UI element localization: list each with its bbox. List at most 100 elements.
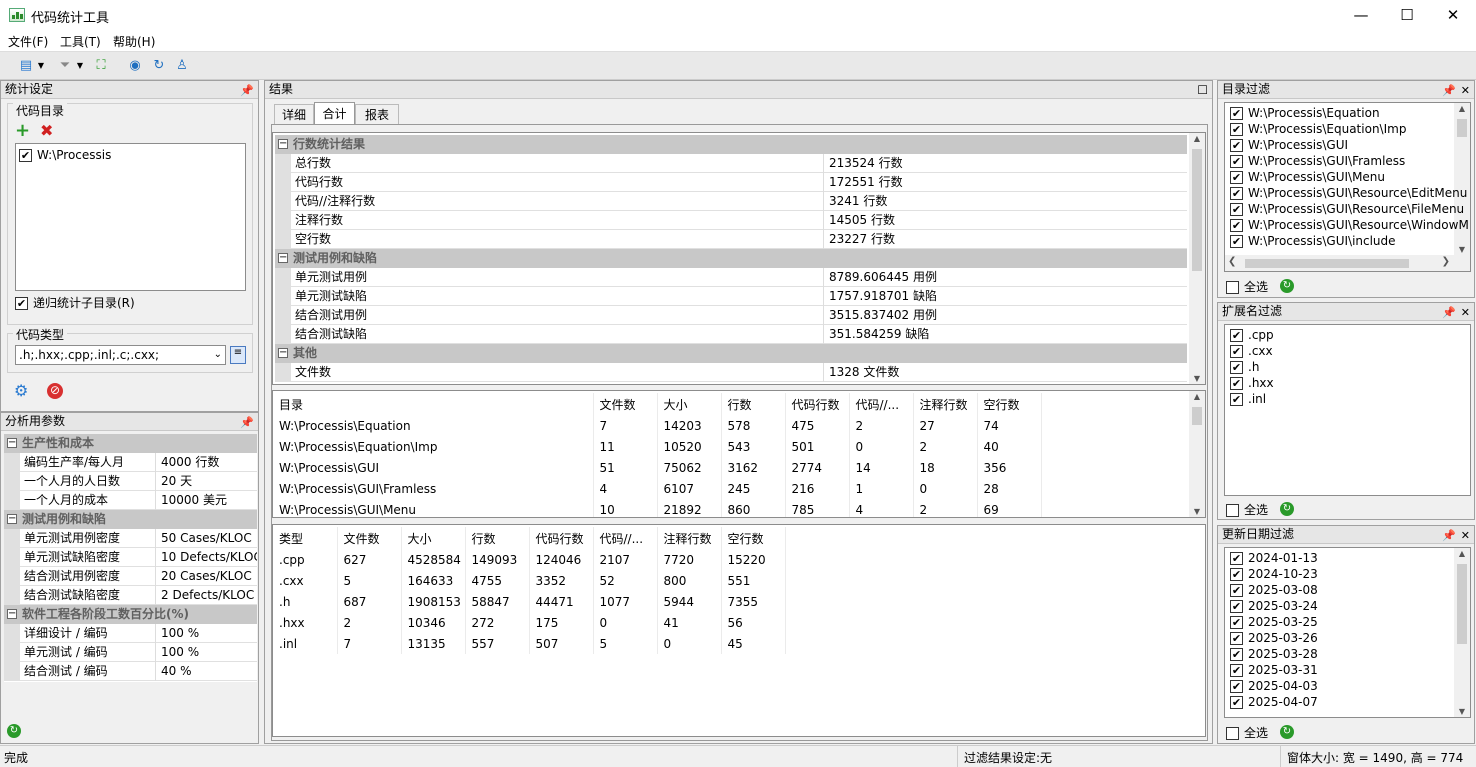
- summary-row[interactable]: 代码行数 172551 行数: [275, 173, 1187, 192]
- param-row[interactable]: 结合测试用例密度 20 Cases/KLOC: [4, 567, 257, 586]
- filter-item[interactable]: ✔ 2025-03-08: [1227, 582, 1318, 598]
- column-header[interactable]: 目录: [273, 393, 594, 415]
- menu-tools[interactable]: 工具(T): [60, 33, 101, 50]
- summary-scrollbar[interactable]: ▲ ▼: [1189, 133, 1205, 384]
- refresh-icon[interactable]: ↻: [1280, 279, 1294, 293]
- user-icon[interactable]: ♙: [172, 56, 192, 76]
- param-section-header[interactable]: − 生产性和成本: [4, 434, 257, 453]
- column-header[interactable]: 代码//...: [593, 527, 658, 549]
- tab-detail[interactable]: 详细: [274, 104, 314, 125]
- summary-section-header[interactable]: − 行数统计结果: [275, 135, 1187, 154]
- filter-item[interactable]: ✔ 2025-04-07: [1227, 694, 1318, 710]
- param-section-header[interactable]: − 软件工程各阶段工数百分比(%): [4, 605, 257, 624]
- filter-item[interactable]: ✔ 2025-03-28: [1227, 646, 1318, 662]
- dir-filter-list[interactable]: ▲ ▼ ❮ ❯ ✔ W:\Processis\Equation ✔ W:\Processi…: [1224, 102, 1471, 272]
- bar-chart-icon[interactable]: ▤: [16, 56, 36, 76]
- expand-icon[interactable]: ⛶: [91, 56, 111, 76]
- filter-item[interactable]: ✔ 2025-03-24: [1227, 598, 1318, 614]
- scroll-left-icon[interactable]: ❮: [1228, 256, 1236, 267]
- filter-item[interactable]: ✔ .inl: [1227, 391, 1274, 407]
- summary-row[interactable]: 结合测试用例 3515.837402 用例: [275, 306, 1187, 325]
- table-row[interactable]: .cxx 5 164633 4755 3352 52 800 551: [273, 570, 786, 591]
- stop-icon[interactable]: ⊘: [47, 383, 63, 399]
- summary-section-header[interactable]: − 测试用例和缺陷: [275, 249, 1187, 268]
- pin-icon[interactable]: 📌: [1442, 82, 1456, 99]
- checkbox[interactable]: ✔: [1230, 377, 1243, 390]
- filter-item[interactable]: ✔ .hxx: [1227, 375, 1274, 391]
- column-header[interactable]: 代码行数: [785, 393, 850, 415]
- summary-row[interactable]: 单元测试缺陷 1757.918701 缺陷: [275, 287, 1187, 306]
- filter-item[interactable]: ✔ .cxx: [1227, 343, 1274, 359]
- filter-item[interactable]: ✔ W:\Processis\GUI\Resource\WindowM: [1227, 217, 1469, 233]
- close-icon[interactable]: ✕: [1461, 304, 1470, 321]
- column-header[interactable]: 文件数: [337, 527, 402, 549]
- scroll-down-icon[interactable]: ▼: [1454, 707, 1470, 716]
- param-row[interactable]: 结合测试缺陷密度 2 Defects/KLOC: [4, 586, 257, 605]
- table-row[interactable]: .hxx 2 10346 272 175 0 41 56: [273, 612, 786, 633]
- checkbox[interactable]: ✔: [1230, 329, 1243, 342]
- checkbox[interactable]: ✔: [1230, 696, 1243, 709]
- column-header[interactable]: 行数: [465, 527, 530, 549]
- scroll-thumb[interactable]: [1192, 407, 1202, 425]
- menu-file[interactable]: 文件(F): [8, 33, 48, 50]
- collapse-icon[interactable]: −: [7, 514, 17, 524]
- summary-row[interactable]: 代码//注释行数 3241 行数: [275, 192, 1187, 211]
- refresh-icon[interactable]: ↻: [149, 56, 169, 76]
- refresh-icon[interactable]: ↻: [1280, 725, 1294, 739]
- dir-table-scrollbar[interactable]: ▲ ▼: [1189, 391, 1205, 517]
- summary-row[interactable]: 结合测试缺陷 351.584259 缺陷: [275, 325, 1187, 344]
- checkbox[interactable]: ✔: [1230, 361, 1243, 374]
- maximize-button[interactable]: ☐: [1384, 0, 1430, 30]
- chevron-down-icon[interactable]: ▼: [75, 56, 85, 76]
- recursive-checkbox-row[interactable]: ✔ 递归统计子目录(R): [15, 294, 135, 311]
- param-row[interactable]: 单元测试 / 编码 100 %: [4, 643, 257, 662]
- close-button[interactable]: ✕: [1430, 0, 1476, 30]
- filter-item[interactable]: ✔ W:\Processis\GUI\Menu: [1227, 169, 1469, 185]
- param-row[interactable]: 单元测试缺陷密度 10 Defects/KLOC: [4, 548, 257, 567]
- scroll-thumb[interactable]: [1245, 259, 1409, 268]
- date-filter-vscroll[interactable]: ▲ ▼: [1454, 548, 1470, 717]
- checkbox[interactable]: ✔: [1230, 648, 1243, 661]
- checkbox[interactable]: ✔: [1230, 568, 1243, 581]
- filter-item[interactable]: ✔ 2025-03-25: [1227, 614, 1318, 630]
- filter-item[interactable]: ✔ 2024-01-13: [1227, 550, 1318, 566]
- chevron-down-icon[interactable]: ▼: [36, 56, 46, 76]
- filter-item[interactable]: ✔ W:\Processis\Equation\Imp: [1227, 121, 1469, 137]
- recursive-checkbox[interactable]: ✔: [15, 297, 28, 310]
- param-row[interactable]: 编码生产率/每人月 4000 行数: [4, 453, 257, 472]
- column-header[interactable]: 行数: [721, 393, 786, 415]
- param-row[interactable]: 一个人月的成本 10000 美元: [4, 491, 257, 510]
- scroll-thumb[interactable]: [1192, 149, 1202, 271]
- column-header[interactable]: 空行数: [977, 393, 1042, 415]
- checkbox[interactable]: ✔: [1230, 584, 1243, 597]
- refresh-icon[interactable]: ↻: [1280, 502, 1294, 516]
- close-icon[interactable]: ✕: [1461, 82, 1470, 99]
- minimize-button[interactable]: —: [1338, 0, 1384, 30]
- checkbox[interactable]: ✔: [1230, 219, 1243, 232]
- scroll-up-icon[interactable]: ▲: [1189, 134, 1205, 143]
- summary-row[interactable]: 单元测试用例 8789.606445 用例: [275, 268, 1187, 287]
- checkbox[interactable]: ✔: [1230, 203, 1243, 216]
- filter-item[interactable]: ✔ W:\Processis\GUI\Resource\EditMenu: [1227, 185, 1469, 201]
- param-value[interactable]: 20 天: [157, 472, 257, 491]
- select-all-checkbox[interactable]: [1226, 281, 1239, 294]
- list-item[interactable]: ✔ W:\Processis: [16, 147, 245, 163]
- collapse-icon[interactable]: −: [7, 609, 17, 619]
- filter-item[interactable]: ✔ .cpp: [1227, 327, 1274, 343]
- checkbox[interactable]: ✔: [1230, 155, 1243, 168]
- column-header[interactable]: 注释行数: [657, 527, 722, 549]
- param-row[interactable]: 一个人月的人日数 20 天: [4, 472, 257, 491]
- gears-icon[interactable]: ⚙: [14, 381, 28, 400]
- summary-row[interactable]: 文件数 1328 文件数: [275, 363, 1187, 382]
- refresh-icon[interactable]: ↻: [7, 724, 21, 738]
- checkbox[interactable]: ✔: [1230, 680, 1243, 693]
- column-header[interactable]: 大小: [401, 527, 466, 549]
- checkbox[interactable]: ✔: [1230, 187, 1243, 200]
- select-all-row[interactable]: 全选: [1226, 724, 1268, 741]
- param-value[interactable]: 100 %: [157, 624, 257, 643]
- tab-total[interactable]: 合计: [314, 102, 355, 125]
- checkbox[interactable]: ✔: [1230, 632, 1243, 645]
- select-all-row[interactable]: 全选: [1226, 501, 1268, 518]
- param-section-header[interactable]: − 测试用例和缺陷: [4, 510, 257, 529]
- checkbox[interactable]: ✔: [1230, 235, 1243, 248]
